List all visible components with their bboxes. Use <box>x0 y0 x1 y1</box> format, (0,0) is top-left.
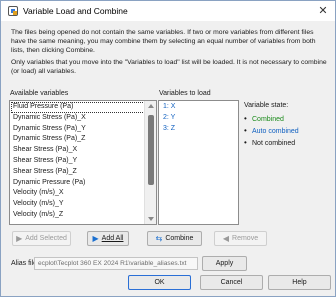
available-variable-item[interactable]: Shear Stress (Pa)_Y <box>11 156 145 167</box>
available-variable-item[interactable]: Dynamic Stress (Pa)_X <box>11 113 145 124</box>
apply-button[interactable]: Apply <box>202 256 247 271</box>
variable-state-item: • Auto combined <box>244 125 332 137</box>
scroll-down-icon[interactable] <box>148 217 154 221</box>
combine-button[interactable]: ⇆ Combine <box>147 231 202 246</box>
available-variables-list[interactable]: Fluid Pressure (Pa) Dynamic Stress (Pa)_X… <box>9 100 157 225</box>
add-all-label: Add All <box>101 235 124 242</box>
variables-to-load-list[interactable]: 1: X 2: Y 3: Z <box>158 100 239 225</box>
variable-state-text: Not combined <box>252 140 296 147</box>
app-icon <box>8 6 18 16</box>
variables-to-load-items: 1: X 2: Y 3: Z <box>160 102 237 134</box>
title-bar: Variable Load and Combine ✕ <box>1 1 335 21</box>
variable-state-item: • Not combined <box>244 137 332 149</box>
remove-button[interactable]: ◀ Remove <box>214 231 267 246</box>
add-arrow-icon: ▶ <box>16 234 23 243</box>
variable-state-label: Variable state: <box>244 102 289 109</box>
available-variable-item[interactable]: Velocity (m/s)_Y <box>11 199 145 210</box>
available-variable-item[interactable]: Dynamic Stress (Pa)_Z <box>11 134 145 145</box>
available-variable-item[interactable]: Shear Stress (Pa)_Z <box>11 167 145 178</box>
variable-state-item: • Combined <box>244 113 332 125</box>
variable-state-text: Combined <box>252 116 284 123</box>
window-title: Variable Load and Combine <box>23 6 128 16</box>
close-icon[interactable]: ✕ <box>315 3 331 19</box>
combine-arrows-icon: ⇆ <box>155 234 163 243</box>
remove-label: Remove <box>232 235 259 242</box>
alias-file-field[interactable]: ecplot\Tecplot 360 EX 2024 R1\variable_a… <box>34 257 198 270</box>
variable-to-load-item[interactable]: 1: X <box>160 102 237 113</box>
bullet-icon: • <box>244 126 247 135</box>
available-variable-item[interactable]: Dynamic Pressure (Pa) <box>11 178 145 189</box>
add-selected-label: Add Selected <box>25 235 67 242</box>
description-paragraph-2: Only variables that you move into the "V… <box>11 59 327 75</box>
available-variable-item[interactable]: Dynamic Stress (Pa)_Y <box>11 124 145 135</box>
available-variable-item[interactable]: Velocity (m/s)_X <box>11 188 145 199</box>
help-button[interactable]: Help <box>268 275 331 290</box>
scroll-up-icon[interactable] <box>148 104 154 108</box>
cancel-button[interactable]: Cancel <box>200 275 263 290</box>
ok-button[interactable]: OK <box>128 275 191 290</box>
scroll-thumb[interactable] <box>148 115 154 185</box>
add-all-button[interactable]: ▶ Add All <box>87 231 129 246</box>
available-variable-item[interactable]: Fluid Pressure (Pa) <box>11 102 145 113</box>
variable-state-legend: • Combined • Auto combined • Not combined <box>244 113 332 149</box>
combine-label: Combine <box>165 235 194 242</box>
variable-to-load-item[interactable]: 2: Y <box>160 113 237 124</box>
add-selected-button[interactable]: ▶ Add Selected <box>12 231 71 246</box>
available-variables-items: Fluid Pressure (Pa) Dynamic Stress (Pa)_X… <box>11 102 145 221</box>
available-variable-item[interactable]: Velocity (m/s)_Z <box>11 210 145 221</box>
description-paragraph-1: The files being opened do not contain th… <box>11 29 316 54</box>
available-variable-item[interactable]: Shear Stress (Pa)_X <box>11 145 145 156</box>
variable-to-load-item[interactable]: 3: Z <box>160 124 237 135</box>
variables-to-load-label: Variables to load <box>159 90 211 97</box>
remove-arrow-icon: ◀ <box>222 234 230 243</box>
variable-state-text: Auto combined <box>252 128 299 135</box>
vertical-scrollbar[interactable] <box>144 101 156 224</box>
available-variables-label: Available variables <box>10 90 69 97</box>
bullet-icon: • <box>244 114 247 123</box>
variable-load-dialog: Variable Load and Combine ✕ The files be… <box>0 0 336 297</box>
add-all-arrow-icon: ▶ <box>92 234 99 243</box>
bullet-icon: • <box>244 138 247 147</box>
